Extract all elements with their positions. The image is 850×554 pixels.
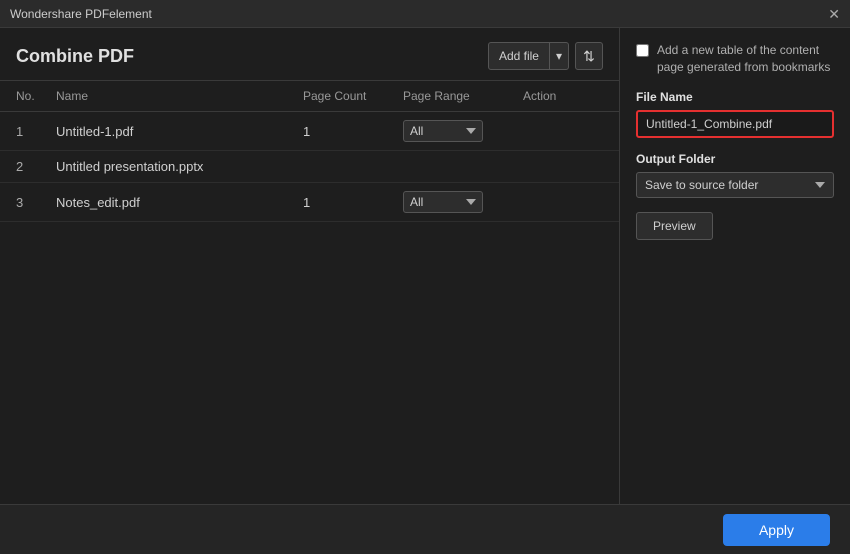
file-name-section: File Name [636,90,834,138]
file-table: No. Name Page Count Page Range Action 1 … [0,81,619,554]
right-panel: Add a new table of the content page gene… [620,28,850,554]
preview-button[interactable]: Preview [636,212,713,240]
header-actions: Add file ▾ ⇅ [488,42,603,70]
row-3-name: Notes_edit.pdf [56,195,303,210]
row-3-range[interactable]: All Custom [403,191,523,213]
title-bar: Wondershare PDFelement ✕ [0,0,850,28]
file-name-input[interactable] [636,110,834,138]
col-action: Action [523,89,603,103]
row-3-no: 3 [16,195,56,210]
col-page-count: Page Count [303,89,403,103]
output-folder-label: Output Folder [636,152,834,166]
table-row: 3 Notes_edit.pdf 1 All Custom [0,183,619,222]
dialog-body: Combine PDF Add file ▾ ⇅ No. Name Page C… [0,28,850,554]
close-button[interactable]: ✕ [828,7,840,21]
bookmark-checkbox[interactable] [636,44,649,57]
row-3-range-select[interactable]: All Custom [403,191,483,213]
output-folder-select[interactable]: Save to source folder Choose folder... [636,172,834,198]
row-3-count: 1 [303,195,403,210]
col-page-range: Page Range [403,89,523,103]
table-row: 2 Untitled presentation.pptx [0,151,619,183]
row-1-no: 1 [16,124,56,139]
table-header: No. Name Page Count Page Range Action [0,81,619,112]
table-row: 1 Untitled-1.pdf 1 All Custom [0,112,619,151]
col-no: No. [16,89,56,103]
row-1-range[interactable]: All Custom [403,120,523,142]
dialog-title: Combine PDF [16,46,134,67]
add-file-label[interactable]: Add file [489,43,550,69]
output-folder-section: Output Folder Save to source folder Choo… [636,152,834,198]
file-name-label: File Name [636,90,834,104]
window-title: Wondershare PDFelement [10,7,152,21]
left-panel: Combine PDF Add file ▾ ⇅ No. Name Page C… [0,28,620,554]
row-1-name: Untitled-1.pdf [56,124,303,139]
col-name: Name [56,89,303,103]
left-header: Combine PDF Add file ▾ ⇅ [0,28,619,81]
row-1-count: 1 [303,124,403,139]
sort-button[interactable]: ⇅ [575,42,603,70]
apply-button[interactable]: Apply [723,514,830,546]
row-1-range-select[interactable]: All Custom [403,120,483,142]
bottom-bar: Apply [0,504,850,554]
add-file-button[interactable]: Add file ▾ [488,42,569,70]
bookmark-option: Add a new table of the content page gene… [636,42,834,76]
add-file-dropdown-icon[interactable]: ▾ [550,43,568,69]
row-2-no: 2 [16,159,56,174]
row-2-name: Untitled presentation.pptx [56,159,303,174]
bookmark-label: Add a new table of the content page gene… [657,42,834,76]
